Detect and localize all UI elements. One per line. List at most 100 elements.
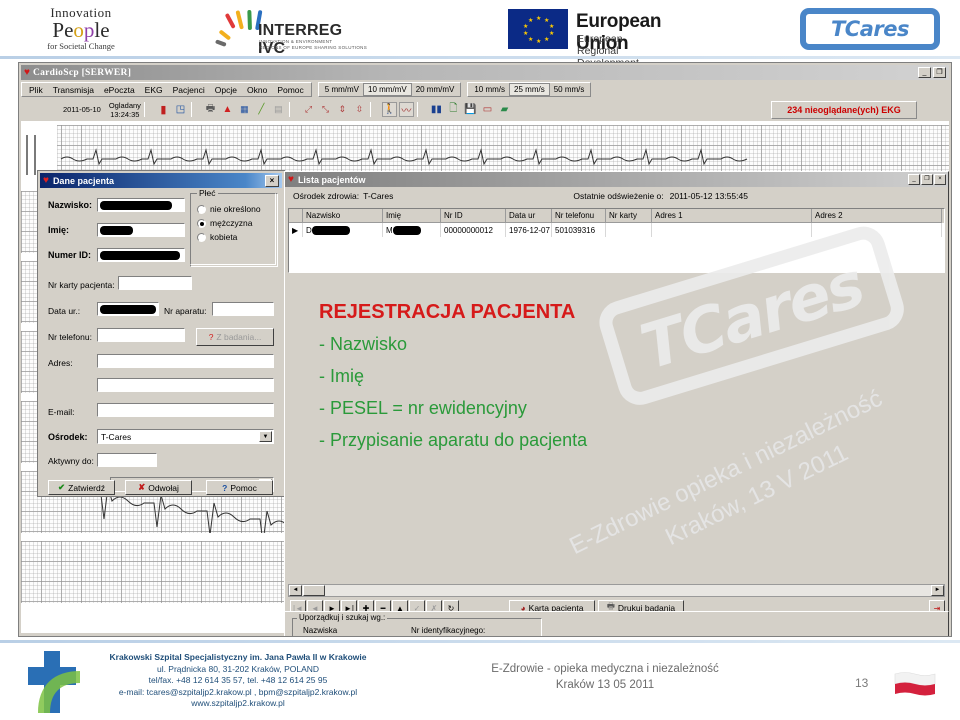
close-button[interactable]: × [934,174,946,185]
cell-imie-text: M [386,225,393,235]
column-header-imie[interactable]: Imię [383,209,441,223]
gain-option-20[interactable]: 20 mm/mV [412,84,459,95]
app-minimize-button[interactable]: _ [918,67,931,78]
speed-option-10[interactable]: 10 mm/s [470,84,509,95]
column-header-adres-1[interactable]: Adres 1 [652,209,812,223]
main-menu: Plik Transmisja ePoczta EKG Pacjenci Opc… [21,82,312,97]
cancel-button[interactable]: ✘ Odwołaj [125,480,192,495]
gender-option-male[interactable]: mężczyzna [197,218,261,228]
hospital-name: Krakowski Szpital Specjalistyczny im. Ja… [109,652,367,662]
toolbar-divider [143,102,145,117]
menu-item-pacjenci[interactable]: Pacjenci [168,84,210,96]
gender-option-unspecified[interactable]: nie określono [197,204,261,214]
column-header-data-ur[interactable]: Data ur [506,209,552,223]
zoom-out-icon[interactable]: ⤡ [318,102,333,117]
center-value: T-Cares [101,431,132,442]
app-restore-button[interactable]: ❐ [933,67,946,78]
scrollbar-thumb[interactable] [303,585,325,596]
radio-icon[interactable] [197,204,206,214]
radio-icon-selected[interactable] [197,218,206,228]
print-icon[interactable]: 🖶 [203,102,218,117]
cell-data-ur: 1976-12-07 [506,223,552,237]
logo-innovation-line2: People [52,18,110,42]
menu-item-okno[interactable]: Okno [242,84,272,96]
toolbar-datetime: 2011-05-10 [63,105,101,114]
zoom-in-icon[interactable]: ⤢ [301,102,316,117]
birthdate-input[interactable] [97,302,159,316]
cancel-label: Odwołaj [148,482,179,493]
menu-item-plik[interactable]: Plik [24,84,48,96]
help-button[interactable]: ? Pomoc [206,480,273,495]
menu-item-transmisja[interactable]: Transmisja [48,84,99,96]
warning-triangle-icon[interactable]: ▲ [220,102,235,117]
page-number: 13 [855,676,869,690]
close-icon[interactable]: × [265,175,279,187]
chevron-down-icon[interactable]: ▼ [259,431,272,442]
redaction-bar [100,250,180,260]
column-header-nazwisko[interactable]: Nazwisko [303,209,383,223]
column-header-nr-karty[interactable]: Nr karty [606,209,652,223]
expand-icon[interactable]: ⇳ [352,102,367,117]
device-number-input[interactable] [212,302,274,316]
gender-option-female[interactable]: kobieta [197,232,261,242]
device-number-label: Nr aparatu: [164,306,207,316]
surname-input[interactable] [97,198,185,212]
gain-option-10-selected[interactable]: 10 mm/mV [363,83,412,96]
patient-data-dialog: ♥ Dane pacjenta × Płeć nie określono męż… [37,170,285,497]
patient-table-hscrollbar[interactable]: ◄ ► [288,584,945,597]
monitor-icon[interactable]: ▭ [480,102,495,117]
column-header-nr-telefonu[interactable]: Nr telefonu [552,209,606,223]
gain-option-5[interactable]: 5 mm/mV [321,84,363,95]
speed-option-50[interactable]: 50 mm/s [550,84,589,95]
from-exam-button[interactable]: ? Z badania... [196,328,274,346]
compress-icon[interactable]: ⇕ [335,102,350,117]
speed-option-25-selected[interactable]: 25 mm/s [509,83,550,96]
modem-icon[interactable]: ▰ [497,102,512,117]
confirm-button[interactable]: ✔ Zatwierdź [48,480,115,495]
sort-surname-label: Nazwiska [303,626,338,635]
transmit-icon[interactable]: ◳ [173,102,188,117]
gender-label-unspecified: nie określono [210,204,261,214]
menu-item-pomoc[interactable]: Pomoc [272,84,308,96]
radio-icon[interactable] [197,232,206,242]
menu-item-ekg[interactable]: EKG [140,84,168,96]
note-icon[interactable]: ▤ [271,102,286,117]
gender-group-label: Płeć [197,188,218,198]
waveform-icon[interactable]: 〰 [398,102,414,117]
firstname-label: Imię: [48,225,70,235]
save-icon[interactable]: 💾 [463,102,478,117]
email-label: E-mail: [48,407,75,417]
firstname-input[interactable] [97,223,185,237]
scroll-right-icon[interactable]: ► [931,585,944,596]
redaction-bar [100,200,172,210]
minimize-button[interactable]: _ [908,174,920,185]
measure-icon[interactable]: ▦ [237,102,252,117]
logo-interreg-sub1: INNOVATION & ENVIRONMENT [259,39,333,44]
footer-divider [0,640,960,643]
address-input-2[interactable] [97,378,274,392]
patient-id-input[interactable] [97,248,185,262]
annotation-item-4: - Przypisanie aparatu do pacjenta [319,430,588,450]
toolbar-date: 2011-05-10 [63,105,101,114]
close-icon: ✘ [138,482,146,492]
chart-bar-icon[interactable]: ▮▮ [429,102,444,117]
walk-test-icon[interactable]: 🚶 [381,102,397,117]
footer: Krakowski Szpital Specjalistyczny im. Ja… [0,645,960,720]
document-icon[interactable]: 🗋 [446,102,461,117]
pencil-icon[interactable]: ╱ [254,102,269,117]
active-until-input[interactable] [97,453,157,467]
card-number-label: Nr karty pacjenta: [48,280,115,290]
maximize-button[interactable]: ❐ [921,174,933,185]
card-number-input[interactable] [118,276,192,290]
menu-item-epoczta[interactable]: ePoczta [99,84,140,96]
column-header-nr-id[interactable]: Nr ID [441,209,506,223]
center-combobox[interactable]: T-Cares ▼ [97,429,274,444]
menu-item-opcje[interactable]: Opcje [210,84,242,96]
scroll-left-icon[interactable]: ◄ [289,585,302,596]
address-input-1[interactable] [97,354,274,368]
patient-dialog-body: Płeć nie określono mężczyzna kobieta Naz… [40,188,282,492]
book-red-icon[interactable]: ▮ [156,102,171,117]
email-input[interactable] [97,403,274,417]
annotation-item-1: - Nazwisko [319,334,408,354]
phone-input[interactable] [97,328,185,342]
